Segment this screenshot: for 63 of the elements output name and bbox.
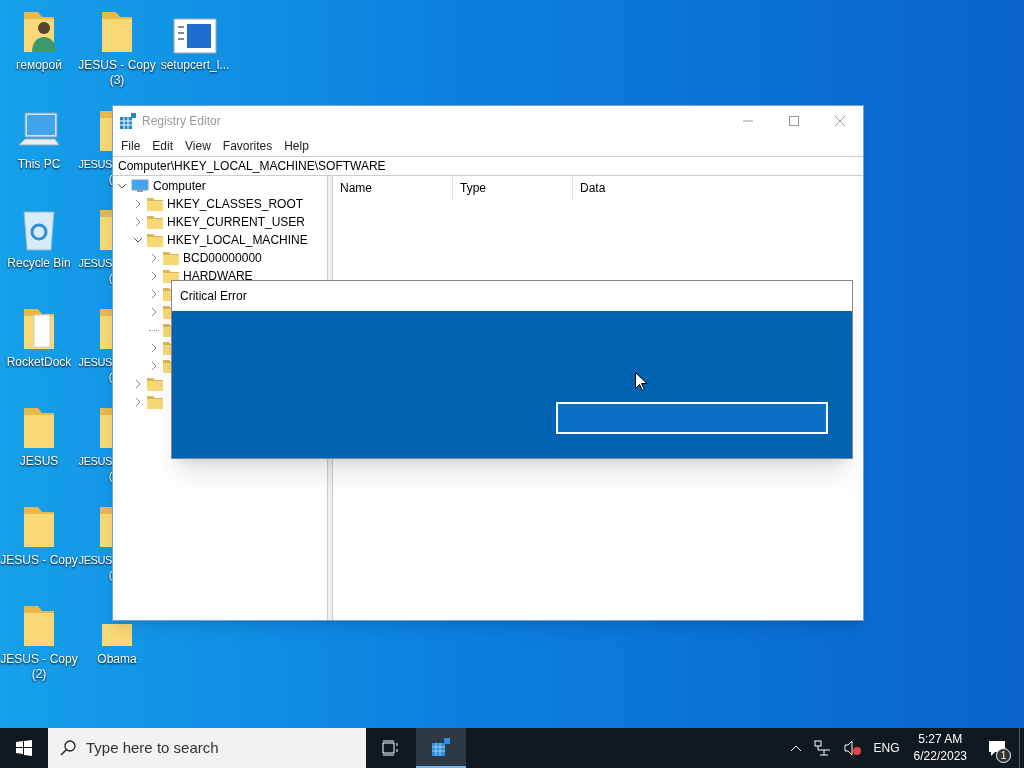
column-header[interactable]: Type — [453, 176, 573, 200]
speaker-muted-icon[interactable] — [843, 740, 862, 756]
mouse-cursor-icon — [635, 372, 647, 391]
dialog-title: Critical Error — [180, 288, 247, 305]
recycle-bin-icon[interactable] — [20, 208, 58, 252]
expand-chevron-icon[interactable] — [149, 361, 159, 371]
tree-item[interactable]: Computer — [153, 177, 206, 195]
folder-icon — [163, 251, 179, 265]
tree-item[interactable]: HKEY_LOCAL_MACHINE — [167, 231, 308, 249]
expand-chevron-icon[interactable] — [149, 289, 159, 299]
address-bar[interactable]: Computer\HKEY_LOCAL_MACHINE\SOFTWARE — [113, 156, 863, 176]
search-icon — [60, 740, 76, 756]
folder-icon — [147, 233, 163, 247]
notification-button[interactable]: 1 — [975, 728, 1019, 768]
collapse-chevron-icon[interactable] — [117, 181, 127, 191]
folder-icon[interactable] — [100, 109, 112, 153]
clock[interactable]: 5:27 AM 6/22/2023 — [913, 731, 967, 765]
tree-item[interactable]: HKEY_CURRENT_USER — [167, 213, 306, 231]
folder-icon[interactable] — [100, 208, 112, 252]
menu-item[interactable]: Edit — [146, 136, 180, 155]
dialog-outlined-box[interactable] — [556, 402, 828, 434]
registry-grid-icon — [431, 737, 451, 757]
menu-item[interactable]: File — [115, 136, 147, 155]
collapse-chevron-icon[interactable] — [133, 235, 143, 245]
registry-grid-icon — [120, 112, 136, 129]
taskbar-app-button[interactable] — [416, 728, 466, 768]
notification-count: 1 — [996, 748, 1011, 763]
close-icon — [835, 115, 845, 126]
expand-chevron-icon[interactable] — [133, 199, 143, 209]
folder-icon — [147, 197, 163, 211]
tree-item[interactable]: HKEY_CLASSES_ROOT — [167, 195, 304, 213]
chevron-up-icon[interactable] — [789, 744, 802, 752]
language-indicator[interactable]: ENG — [873, 739, 900, 757]
application-window-icon[interactable] — [173, 18, 217, 54]
expand-chevron-icon[interactable] — [149, 271, 159, 281]
window-title: Registry Editor — [142, 112, 221, 130]
search-field[interactable]: Type here to search — [48, 728, 366, 768]
folder-icon[interactable] — [100, 307, 112, 351]
menu-item[interactable]: View — [179, 136, 217, 155]
clock-date: 6/22/2023 — [913, 748, 967, 765]
expand-chevron-icon[interactable] — [133, 217, 143, 227]
column-header[interactable]: Data — [573, 176, 673, 200]
expand-chevron-icon[interactable] — [133, 379, 143, 389]
tree-item[interactable]: BCD00000000 — [183, 249, 262, 267]
expand-chevron-icon[interactable] — [149, 343, 159, 353]
expand-chevron-icon[interactable] — [149, 253, 159, 263]
menu-item[interactable]: Help — [278, 136, 315, 155]
computer-icon — [131, 179, 149, 193]
search-input[interactable]: Type here to search — [86, 736, 354, 760]
expand-chevron-icon[interactable] — [149, 307, 159, 317]
task-view-icon — [382, 740, 400, 756]
clock-time: 5:27 AM — [918, 731, 963, 748]
expand-chevron-icon[interactable] — [133, 397, 143, 407]
network-icon[interactable] — [813, 740, 832, 756]
windows-logo-icon — [16, 740, 32, 756]
folder-icon — [147, 395, 163, 409]
folder-icon — [147, 215, 163, 229]
maximize-icon — [789, 115, 799, 126]
folder-icon — [147, 377, 163, 391]
menu-item[interactable]: Favorites — [216, 136, 279, 155]
folder-icon[interactable] — [100, 505, 112, 549]
column-header[interactable]: Name — [333, 176, 453, 200]
folder-icon[interactable] — [100, 406, 112, 450]
